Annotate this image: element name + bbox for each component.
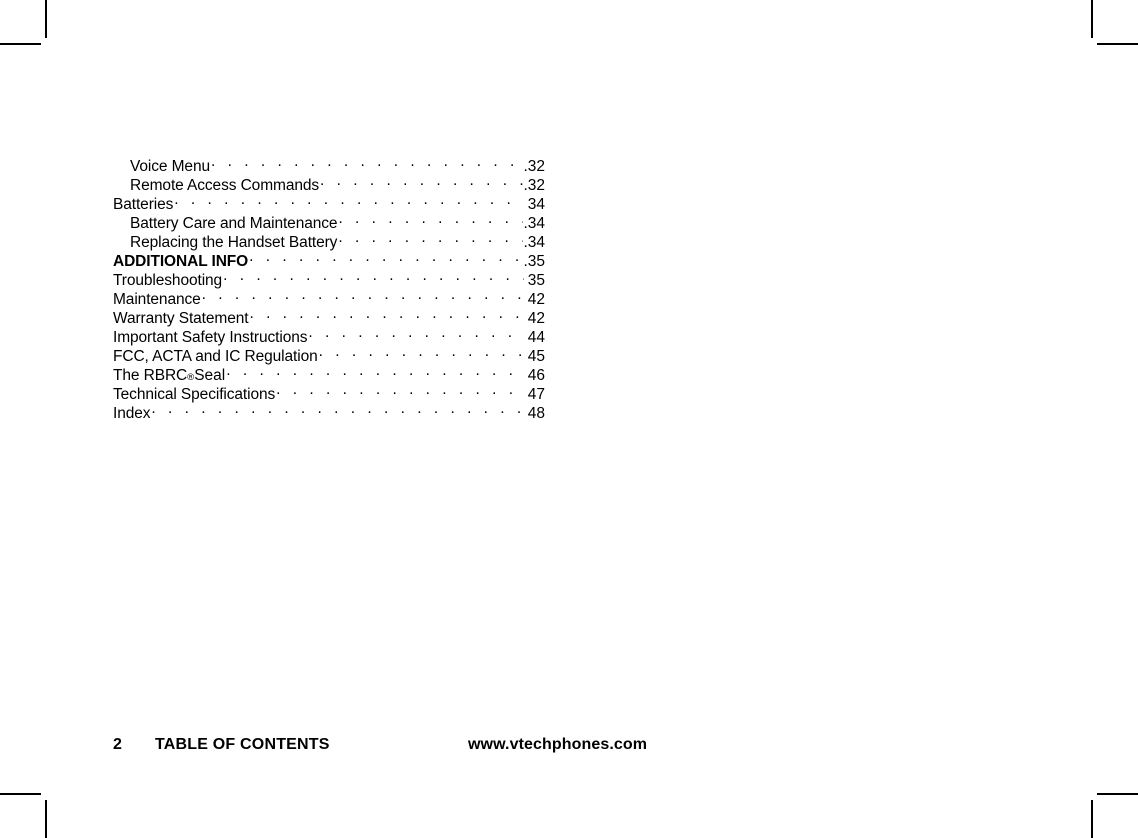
crop-mark-top-left-horizontal xyxy=(0,43,41,45)
toc-dot-leader xyxy=(174,190,524,209)
toc-entry-page-number: 35 xyxy=(523,252,545,271)
toc-dot-leader xyxy=(226,361,524,380)
toc-dot-leader xyxy=(223,266,524,285)
toc-entry[interactable]: Batteries 34 xyxy=(113,190,545,213)
page-footer: 2 TABLE OF CONTENTS www.vtechphones.com xyxy=(113,734,713,756)
toc-entry-page-number: 34 xyxy=(523,214,545,233)
toc-dot-leader xyxy=(211,152,523,171)
toc-entry-page-number: 42 xyxy=(527,291,545,308)
toc-entry-page-number: 46 xyxy=(527,367,545,384)
toc-entry-title: The RBRC xyxy=(113,367,188,384)
crop-mark-top-left-vertical xyxy=(45,0,47,38)
toc-entry-page-number: 32 xyxy=(523,157,545,176)
toc-entry-page-number: 45 xyxy=(527,348,545,365)
toc-entry-title: Index xyxy=(113,405,151,422)
toc-entry-page-number: 47 xyxy=(527,386,545,403)
crop-mark-top-right-vertical xyxy=(1091,0,1093,38)
footer-section-title: TABLE OF CONTENTS xyxy=(155,736,330,753)
toc-entry-page-number: 34 xyxy=(523,233,545,252)
toc-dot-leader xyxy=(276,380,524,399)
toc-entry[interactable]: Battery Care and Maintenance 34 xyxy=(113,209,545,232)
toc-entry-page-number: 42 xyxy=(527,310,545,327)
toc-entry-page-number: 35 xyxy=(527,272,545,289)
toc-dot-leader xyxy=(319,342,524,361)
crop-mark-bottom-left-vertical xyxy=(45,800,47,838)
footer-page-number: 2 xyxy=(113,736,122,753)
toc-dot-leader xyxy=(320,171,523,190)
toc-dot-leader xyxy=(151,399,524,418)
crop-mark-bottom-right-horizontal xyxy=(1097,793,1138,795)
toc-entry-title: Battery Care and Maintenance xyxy=(130,215,338,232)
crop-mark-bottom-left-horizontal xyxy=(0,793,41,795)
toc-entry-title-suffix: Seal xyxy=(194,367,226,384)
toc-dot-leader xyxy=(202,285,524,304)
toc-dot-leader xyxy=(308,323,524,342)
toc-entry-title: Warranty Statement xyxy=(113,310,249,327)
crop-mark-top-right-horizontal xyxy=(1097,43,1138,45)
table-of-contents-list: Voice Menu32Remote Access Commands32Batt… xyxy=(113,152,545,422)
toc-entry-title: Voice Menu xyxy=(130,158,210,175)
toc-entry-page-number: 32 xyxy=(523,176,545,195)
toc-dot-leader xyxy=(249,247,523,266)
crop-mark-bottom-right-vertical xyxy=(1091,800,1093,838)
toc-dot-leader xyxy=(338,228,523,247)
toc-entry-title: Important Safety Instructions xyxy=(113,329,308,346)
footer-website-url: www.vtechphones.com xyxy=(468,736,648,753)
toc-entry[interactable]: Voice Menu 32 xyxy=(113,152,545,175)
toc-entry-title: Batteries xyxy=(113,196,174,213)
toc-dot-leader xyxy=(338,209,523,228)
toc-entry-page-number: 48 xyxy=(527,405,545,422)
toc-entry-page-number: 44 xyxy=(527,329,545,346)
toc-dot-leader xyxy=(249,304,524,323)
toc-entry-page-number: 34 xyxy=(527,196,545,213)
toc-entry-title: Maintenance xyxy=(113,291,201,308)
toc-entry[interactable]: Index 48 xyxy=(113,399,545,422)
